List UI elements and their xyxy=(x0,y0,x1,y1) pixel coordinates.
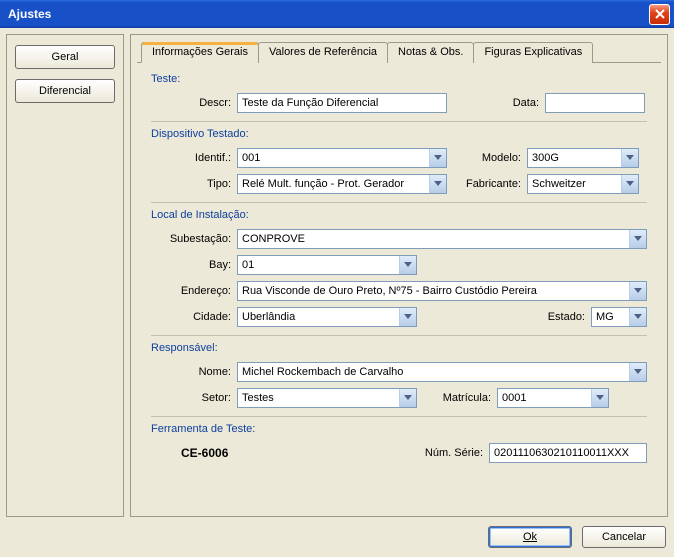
tab-notas-obs[interactable]: Notas & Obs. xyxy=(387,42,474,63)
combo-bay-value: 01 xyxy=(242,259,254,271)
combo-matricula-value: 0001 xyxy=(502,392,526,404)
label-descr: Descr: xyxy=(151,97,237,109)
content-frame: Informações Gerais Valores de Referência… xyxy=(130,34,668,517)
combo-nome-value: Michel Rockembach de Carvalho xyxy=(242,366,403,378)
combo-fabricante[interactable]: Schweitzer xyxy=(527,174,639,194)
input-descr[interactable] xyxy=(237,93,447,113)
combo-modelo-value: 300G xyxy=(532,152,559,164)
group-dispositivo: Dispositivo Testado: Identif.: 001 Model… xyxy=(151,128,647,194)
chevron-down-icon[interactable] xyxy=(399,308,416,326)
label-data: Data: xyxy=(447,97,545,109)
input-data xyxy=(545,93,645,113)
chevron-down-icon[interactable] xyxy=(629,230,646,248)
combo-identif-value: 001 xyxy=(242,152,260,164)
cancel-button[interactable]: Cancelar xyxy=(582,526,666,548)
combo-setor[interactable]: Testes xyxy=(237,388,417,408)
label-matricula: Matrícula: xyxy=(417,392,497,404)
label-fabricante: Fabricante: xyxy=(447,178,527,190)
group-local: Local de Instalação: Subestação: CONPROV… xyxy=(151,209,647,327)
combo-endereco-value: Rua Visconde de Ouro Preto, Nº75 - Bairr… xyxy=(242,285,537,297)
label-subestacao: Subestação: xyxy=(151,233,237,245)
chevron-down-icon[interactable] xyxy=(629,308,646,326)
group-dispositivo-title: Dispositivo Testado: xyxy=(151,128,647,140)
group-teste-title: Teste: xyxy=(151,73,647,85)
group-teste: Teste: Descr: Data: xyxy=(151,73,647,113)
input-num-serie xyxy=(489,443,647,463)
chevron-down-icon[interactable] xyxy=(629,282,646,300)
combo-cidade-value: Uberlândia xyxy=(242,311,295,323)
group-responsavel-title: Responsável: xyxy=(151,342,647,354)
label-endereco: Endereço: xyxy=(151,285,237,297)
window-title: Ajustes xyxy=(8,7,51,21)
sidebar-btn-geral[interactable]: Geral xyxy=(15,45,115,69)
combo-modelo[interactable]: 300G xyxy=(527,148,639,168)
group-responsavel: Responsável: Nome: Michel Rockembach de … xyxy=(151,342,647,408)
close-button[interactable] xyxy=(649,4,670,25)
combo-fabricante-value: Schweitzer xyxy=(532,178,586,190)
combo-nome[interactable]: Michel Rockembach de Carvalho xyxy=(237,362,647,382)
combo-cidade[interactable]: Uberlândia xyxy=(237,307,417,327)
group-local-title: Local de Instalação: xyxy=(151,209,647,221)
tabstrip: Informações Gerais Valores de Referência… xyxy=(137,41,661,63)
label-identif: Identif.: xyxy=(151,152,237,164)
label-setor: Setor: xyxy=(151,392,237,404)
group-ferramenta: Ferramenta de Teste: CE-6006 Núm. Série: xyxy=(151,423,647,463)
chevron-down-icon[interactable] xyxy=(399,389,416,407)
group-ferramenta-title: Ferramenta de Teste: xyxy=(151,423,647,435)
label-cidade: Cidade: xyxy=(151,311,237,323)
combo-matricula[interactable]: 0001 xyxy=(497,388,609,408)
tool-name: CE-6006 xyxy=(181,446,228,460)
label-bay: Bay: xyxy=(151,259,237,271)
chevron-down-icon[interactable] xyxy=(429,175,446,193)
chevron-down-icon[interactable] xyxy=(591,389,608,407)
chevron-down-icon[interactable] xyxy=(399,256,416,274)
label-estado: Estado: xyxy=(541,311,591,323)
chevron-down-icon[interactable] xyxy=(429,149,446,167)
tab-figuras-explicativas[interactable]: Figuras Explicativas xyxy=(473,42,593,63)
label-nome: Nome: xyxy=(151,366,237,378)
sidebar: Geral Diferencial xyxy=(6,34,124,517)
chevron-down-icon[interactable] xyxy=(629,363,646,381)
tab-valores-referencia[interactable]: Valores de Referência xyxy=(258,42,388,63)
combo-bay[interactable]: 01 xyxy=(237,255,417,275)
combo-tipo-value: Relé Mult. função - Prot. Gerador xyxy=(242,178,404,190)
close-icon xyxy=(655,9,665,19)
chevron-down-icon[interactable] xyxy=(621,175,638,193)
tab-informacoes-gerais[interactable]: Informações Gerais xyxy=(141,42,259,63)
label-modelo: Modelo: xyxy=(447,152,527,164)
footer: Ok Cancelar xyxy=(6,523,668,551)
combo-estado-value: MG xyxy=(596,311,614,323)
label-num-serie: Núm. Série: xyxy=(409,447,489,459)
chevron-down-icon[interactable] xyxy=(621,149,638,167)
combo-identif[interactable]: 001 xyxy=(237,148,447,168)
combo-tipo[interactable]: Relé Mult. função - Prot. Gerador xyxy=(237,174,447,194)
combo-setor-value: Testes xyxy=(242,392,274,404)
ok-button[interactable]: Ok xyxy=(488,526,572,548)
label-tipo: Tipo: xyxy=(151,178,237,190)
sidebar-btn-diferencial[interactable]: Diferencial xyxy=(15,79,115,103)
combo-estado[interactable]: MG xyxy=(591,307,647,327)
combo-subestacao-value: CONPROVE xyxy=(242,233,305,245)
combo-subestacao[interactable]: CONPROVE xyxy=(237,229,647,249)
combo-endereco[interactable]: Rua Visconde de Ouro Preto, Nº75 - Bairr… xyxy=(237,281,647,301)
title-bar: Ajustes xyxy=(0,0,674,28)
